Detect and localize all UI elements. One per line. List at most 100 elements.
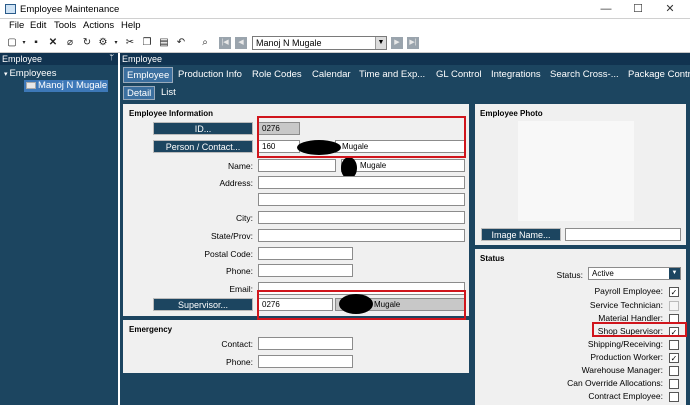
refresh-icon[interactable]: ↻	[81, 37, 93, 49]
production-worker-label: Production Worker:	[590, 352, 663, 362]
checkmark-icon: ✓	[670, 288, 678, 297]
first-record-icon[interactable]: |◀	[219, 37, 231, 49]
image-name-field[interactable]	[565, 228, 681, 241]
menu-edit[interactable]: Edit	[30, 20, 46, 31]
checkmark-icon: ✓	[670, 354, 678, 363]
paste-icon[interactable]: ▤	[158, 37, 170, 49]
main-header: Employee	[120, 53, 690, 65]
next-record-icon[interactable]: ▶	[391, 37, 403, 49]
highlight-box	[257, 116, 466, 158]
tab-calendar[interactable]: Calendar	[309, 67, 354, 83]
employee-photo-panel: Employee Photo Image Name...	[475, 104, 686, 245]
chevron-down-icon[interactable]: ▼	[669, 268, 680, 279]
save-icon[interactable]: ▪	[30, 37, 42, 49]
menu-help[interactable]: Help	[121, 20, 141, 31]
tools-dropdown-icon[interactable]: ▾	[110, 37, 122, 49]
service-technician-label: Service Technician:	[589, 300, 663, 310]
status-select[interactable]: Active ▼	[588, 267, 681, 280]
tab-production-info[interactable]: Production Info	[175, 67, 245, 83]
emergency-contact-field[interactable]	[258, 337, 353, 350]
window-title: Employee Maintenance	[20, 4, 120, 15]
undo-icon[interactable]: ↶	[175, 37, 187, 49]
new-dropdown-icon[interactable]: ▾	[18, 37, 30, 49]
menu-file[interactable]: File	[9, 20, 24, 31]
supervisor-button[interactable]: Supervisor...	[153, 298, 253, 311]
tab-search-cross-reference[interactable]: Search Cross-...	[547, 67, 622, 83]
section-heading-employee-information: Employee Information	[129, 109, 214, 118]
highlight-box	[257, 290, 466, 320]
emergency-contact-label: Contact:	[221, 339, 253, 349]
menu-bar: File Edit Tools Actions Help	[0, 19, 690, 33]
tab-detail[interactable]: Detail	[123, 86, 156, 100]
warehouse-manager-label: Warehouse Manager:	[581, 365, 663, 375]
chevron-down-icon[interactable]: ▼	[375, 37, 386, 49]
copy-icon[interactable]: ❐	[141, 37, 153, 49]
last-name-field[interactable]: Mugale	[341, 159, 465, 172]
tab-gl-control[interactable]: GL Control	[433, 67, 485, 83]
search-icon[interactable]: ⌕	[199, 37, 211, 49]
emergency-panel: Emergency Contact: Phone:	[123, 320, 469, 373]
employee-card-icon	[26, 82, 36, 89]
tab-list[interactable]: List	[158, 86, 179, 100]
title-bar: Employee Maintenance — ☐ ✕	[0, 0, 690, 19]
person-contact-button[interactable]: Person / Contact...	[153, 140, 253, 153]
new-icon[interactable]: ▢	[6, 37, 18, 49]
city-field[interactable]	[258, 211, 465, 224]
tab-time-and-expense[interactable]: Time and Exp...	[356, 67, 428, 83]
can-override-allocations-checkbox[interactable]	[669, 379, 679, 389]
minimize-button[interactable]: —	[592, 2, 620, 17]
can-override-allocations-label: Can Override Allocations:	[567, 378, 663, 388]
maximize-button[interactable]: ☐	[624, 2, 652, 17]
highlight-box	[592, 322, 687, 337]
image-name-button[interactable]: Image Name...	[481, 228, 561, 241]
emergency-phone-field[interactable]	[258, 355, 353, 368]
state-label: State/Prov:	[210, 231, 253, 241]
last-record-icon[interactable]: ▶|	[407, 37, 419, 49]
payroll-employee-checkbox[interactable]: ✓	[669, 287, 679, 297]
shipping-receiving-label: Shipping/Receiving:	[587, 339, 663, 349]
address-label: Address:	[219, 178, 253, 188]
city-label: City:	[236, 213, 253, 223]
postal-code-label: Postal Code:	[204, 249, 253, 259]
previous-record-icon[interactable]: ◀	[235, 37, 247, 49]
menu-tools[interactable]: Tools	[54, 20, 76, 31]
tree-item-employee[interactable]: Manoj N Mugale	[24, 80, 108, 92]
address-line1-field[interactable]	[258, 176, 465, 189]
left-panel-header: Employee	[0, 53, 118, 65]
left-tree-panel: Employee ᛘ ▾ Employees Manoj N Mugale	[0, 53, 118, 405]
section-heading-employee-photo: Employee Photo	[480, 109, 543, 118]
state-field[interactable]	[258, 229, 465, 242]
status-label: Status:	[556, 270, 583, 280]
production-worker-checkbox[interactable]: ✓	[669, 353, 679, 363]
emergency-phone-label: Phone:	[226, 357, 253, 367]
contract-employee-checkbox[interactable]	[669, 392, 679, 402]
toolbar: ▢ ▾ ▪ ✕ ⌀ ↻ ⚙ ▾ ✂ ❐ ▤ ↶ ⌕ |◀ ◀ Manoj N M…	[0, 33, 690, 53]
pin-icon[interactable]: ᛘ	[109, 53, 114, 62]
employee-select[interactable]: Manoj N Mugale ▼	[252, 36, 387, 50]
cut-icon[interactable]: ✂	[124, 37, 136, 49]
close-button[interactable]: ✕	[656, 2, 684, 17]
first-name-field[interactable]	[258, 159, 336, 172]
tab-employee[interactable]: Employee	[123, 67, 174, 83]
delete-icon[interactable]: ✕	[47, 37, 59, 49]
section-heading-emergency: Emergency	[129, 325, 173, 334]
service-technician-checkbox	[669, 301, 679, 311]
attach-icon[interactable]: ⌀	[64, 37, 76, 49]
tab-package-control[interactable]: Package Contr	[625, 67, 690, 83]
menu-actions[interactable]: Actions	[83, 20, 114, 31]
tools-icon[interactable]: ⚙	[97, 37, 109, 49]
tab-role-codes[interactable]: Role Codes	[249, 67, 305, 83]
id-button[interactable]: ID...	[153, 122, 253, 135]
tab-integrations[interactable]: Integrations	[488, 67, 544, 83]
photo-frame[interactable]	[518, 121, 634, 221]
postal-code-field[interactable]	[258, 247, 353, 260]
name-label: Name:	[227, 161, 253, 171]
tree-root-employees[interactable]: ▾ Employees	[4, 68, 56, 79]
address-line2-field[interactable]	[258, 193, 465, 206]
section-heading-status: Status	[480, 254, 505, 263]
warehouse-manager-checkbox[interactable]	[669, 366, 679, 376]
contract-employee-label: Contract Employee:	[588, 391, 663, 401]
shipping-receiving-checkbox[interactable]	[669, 340, 679, 350]
phone-field[interactable]	[258, 264, 353, 277]
email-label: Email:	[229, 284, 253, 294]
